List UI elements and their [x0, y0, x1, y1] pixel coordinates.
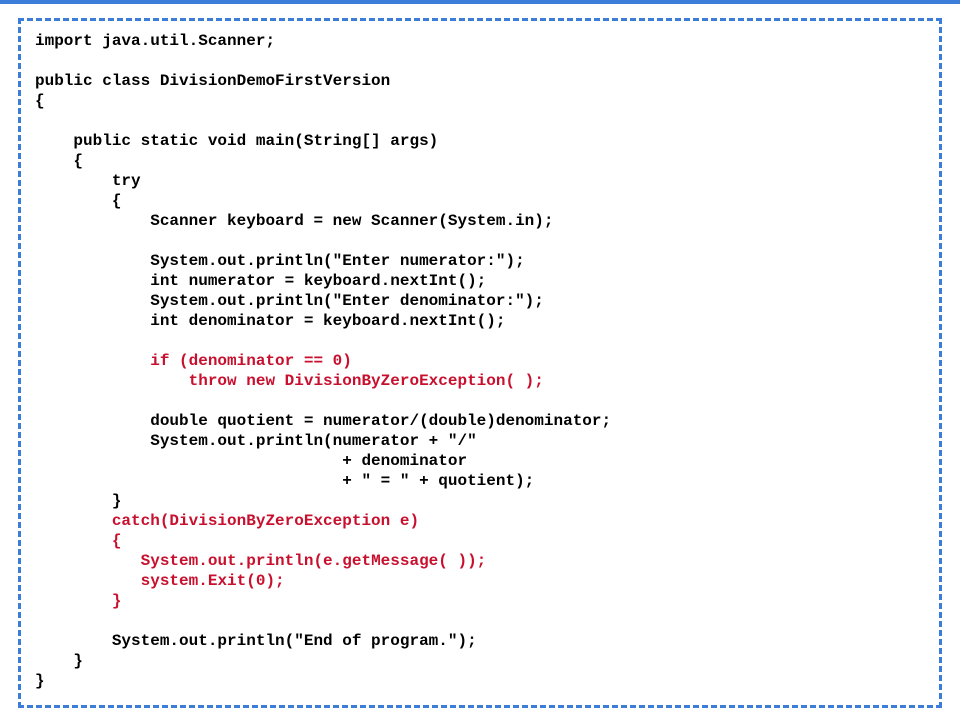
code-line: {	[35, 192, 121, 210]
code-line: double quotient = numerator/(double)deno…	[35, 412, 611, 430]
code-line: System.out.println("Enter numerator:");	[35, 252, 525, 270]
code-line: public class DivisionDemoFirstVersion	[35, 72, 390, 90]
code-line: + denominator	[35, 452, 467, 470]
code-line: {	[35, 152, 83, 170]
code-box: import java.util.Scanner; public class D…	[18, 18, 942, 708]
code-line: if (denominator == 0)	[35, 352, 352, 370]
code-line: import java.util.Scanner;	[35, 32, 275, 50]
highlight-brace-open: {	[112, 532, 122, 550]
code-line: }	[35, 592, 121, 610]
code-line: System.out.println("Enter denominator:")…	[35, 292, 544, 310]
code-line: }	[35, 672, 45, 690]
code-line: try	[35, 172, 141, 190]
code-line: throw new DivisionByZeroException( );	[35, 372, 544, 390]
code-line: catch(DivisionByZeroException e)	[35, 512, 419, 530]
code-line: }	[35, 652, 83, 670]
highlight-brace-close: }	[112, 592, 122, 610]
highlight-catch: catch(DivisionByZeroException e)	[112, 512, 419, 530]
highlight-getmessage: System.out.println(e.getMessage( ));	[141, 552, 487, 570]
top-accent-bar	[0, 0, 960, 4]
code-line: int numerator = keyboard.nextInt();	[35, 272, 486, 290]
code-line: System.out.println(e.getMessage( ));	[35, 552, 486, 570]
code-line: System.out.println(numerator + "/"	[35, 432, 477, 450]
highlight-throw: throw new DivisionByZeroException( );	[189, 372, 544, 390]
code-line: + " = " + quotient);	[35, 472, 534, 490]
code-line: {	[35, 92, 45, 110]
code-line: }	[35, 492, 121, 510]
code-line: public static void main(String[] args)	[35, 132, 438, 150]
code-line: {	[35, 532, 121, 550]
code-line: Scanner keyboard = new Scanner(System.in…	[35, 212, 553, 230]
code-line: system.Exit(0);	[35, 572, 285, 590]
code-line: System.out.println("End of program.");	[35, 632, 477, 650]
highlight-if: if (denominator == 0)	[150, 352, 352, 370]
code-line: int denominator = keyboard.nextInt();	[35, 312, 505, 330]
code-block: import java.util.Scanner; public class D…	[35, 31, 925, 691]
highlight-exit: system.Exit(0);	[141, 572, 285, 590]
